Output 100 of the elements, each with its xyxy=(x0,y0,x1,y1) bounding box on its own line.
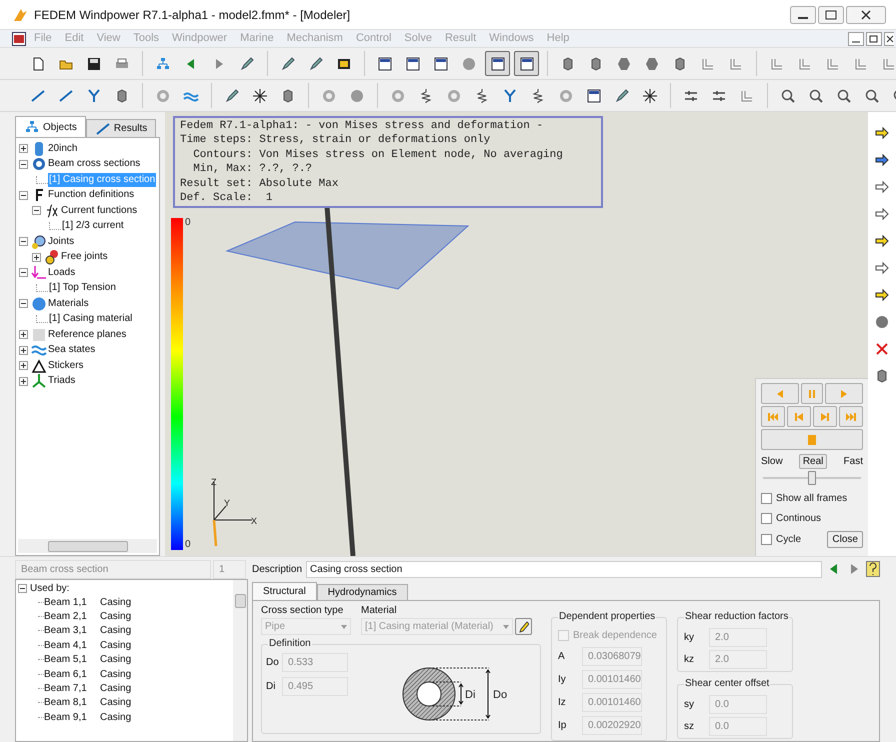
beam-icon[interactable] xyxy=(30,88,46,104)
collapse-icon[interactable] xyxy=(19,299,28,308)
info-line: Fedem R7.1-alpha1: - von Mises stress and deformation - xyxy=(180,119,544,134)
close-icon[interactable] xyxy=(846,6,886,24)
collapse-icon[interactable] xyxy=(32,206,41,216)
tree-item[interactable]: Reference planes xyxy=(47,328,128,342)
tree-item[interactable]: Current functions xyxy=(60,204,138,218)
line-icon[interactable] xyxy=(58,88,74,104)
part-name: Casing xyxy=(100,624,132,638)
tree-item[interactable]: Beam cross sections xyxy=(47,157,142,172)
beam-name[interactable]: Beam 5,1 xyxy=(44,652,100,668)
document-icon[interactable] xyxy=(12,32,26,46)
info-line: Contours: Von Mises stress on Element node, No averaging xyxy=(192,148,564,162)
beam-name[interactable]: Beam 2,1 xyxy=(44,609,100,624)
tree-item[interactable]: Function definitions xyxy=(47,188,136,202)
tree-item[interactable]: [1] 2/3 current xyxy=(61,219,125,234)
tree-item[interactable]: [1] Casing material xyxy=(48,312,134,326)
beam-name[interactable]: Beam 6,1 xyxy=(44,666,100,682)
tree-item[interactable]: Free joints xyxy=(60,250,109,264)
arrow-icon[interactable] xyxy=(874,206,890,222)
tree-item[interactable]: Materials xyxy=(47,296,90,311)
split-view-icon[interactable] xyxy=(518,56,534,72)
slider-thumb[interactable] xyxy=(808,471,816,485)
collapse-icon[interactable] xyxy=(19,190,28,200)
stop-icon[interactable] xyxy=(874,314,890,330)
arrow-icon[interactable] xyxy=(874,287,890,303)
triad-icon[interactable] xyxy=(502,88,518,104)
arrow-icon[interactable] xyxy=(874,260,890,276)
minimize-icon[interactable] xyxy=(790,6,816,24)
help-icon[interactable] xyxy=(866,561,880,577)
description-field[interactable]: Casing cross section xyxy=(306,560,822,578)
pen-icon[interactable] xyxy=(239,56,255,72)
arrow-icon[interactable] xyxy=(874,233,890,249)
beam-name[interactable]: Beam 3,1 xyxy=(44,623,100,638)
tab[interactable]: Structural xyxy=(252,582,317,600)
hierarchy-icon[interactable] xyxy=(155,56,171,72)
expand-icon[interactable] xyxy=(19,346,28,355)
layout-icon[interactable] xyxy=(490,56,506,72)
expand-icon[interactable] xyxy=(19,361,28,370)
collapse-icon[interactable] xyxy=(18,584,27,592)
arrow-icon[interactable] xyxy=(874,179,890,195)
window-icon[interactable] xyxy=(377,56,393,72)
vertical-scrollbar[interactable] xyxy=(233,580,247,741)
tab[interactable]: Hydrodynamics xyxy=(316,584,408,600)
restore-icon[interactable] xyxy=(818,6,844,24)
collapse-icon[interactable] xyxy=(19,268,28,278)
zoom-icon[interactable] xyxy=(836,88,852,104)
beam-name[interactable]: Beam 1,1 xyxy=(44,594,100,610)
arrow-icon[interactable] xyxy=(874,125,890,141)
tree-item[interactable]: Triads xyxy=(47,374,76,388)
expand-icon[interactable] xyxy=(19,330,28,340)
restore-icon[interactable] xyxy=(866,32,882,46)
hexagon-icon[interactable] xyxy=(644,56,660,72)
horizontal-scrollbar[interactable] xyxy=(18,539,157,553)
tree-item[interactable]: 20inch xyxy=(47,142,78,156)
app-logo-icon xyxy=(12,6,28,22)
collapse-icon[interactable] xyxy=(19,237,28,246)
collapse-icon[interactable] xyxy=(19,160,28,169)
view-toggle-button[interactable] xyxy=(514,51,539,76)
zoom-icon[interactable] xyxy=(864,88,880,104)
tree-item[interactable]: Sea states xyxy=(47,343,96,358)
save-icon[interactable] xyxy=(86,56,102,72)
zoom-icon[interactable] xyxy=(780,88,796,104)
spring-icon[interactable] xyxy=(418,88,434,104)
arrow-icon[interactable] xyxy=(874,152,890,168)
close-button[interactable]: Close xyxy=(827,531,863,548)
beam-name[interactable]: Beam 9,1 xyxy=(44,710,100,725)
list-window-icon[interactable] xyxy=(433,56,449,72)
checkbox[interactable] xyxy=(761,513,772,524)
zoom-icon[interactable] xyxy=(808,88,824,104)
minimize-icon[interactable] xyxy=(848,32,864,46)
panel-tab[interactable]: Objects xyxy=(15,116,86,137)
expand-icon[interactable] xyxy=(32,252,41,262)
panel-icon[interactable] xyxy=(405,56,421,72)
3d-viewport[interactable] xyxy=(165,112,868,556)
star-icon[interactable] xyxy=(642,88,658,104)
pencil-icon xyxy=(518,620,529,632)
tree-item[interactable]: Stickers xyxy=(47,358,85,373)
expand-icon[interactable] xyxy=(19,376,28,386)
edit-button[interactable] xyxy=(515,618,532,635)
checkbox[interactable] xyxy=(761,493,772,504)
tree-item[interactable]: Joints xyxy=(47,234,76,249)
real-speed-button[interactable]: Real xyxy=(798,454,828,469)
tree-root[interactable]: Used by: xyxy=(30,580,70,596)
beam-name[interactable]: Beam 7,1 xyxy=(44,681,100,696)
field-label: A xyxy=(558,650,566,664)
checkbox[interactable] xyxy=(761,534,772,545)
expand-icon[interactable] xyxy=(19,144,28,154)
close-icon[interactable] xyxy=(884,32,894,46)
cross-icon[interactable] xyxy=(252,88,268,104)
beam-name[interactable]: Beam 8,1 xyxy=(44,695,100,710)
pencil-icon[interactable] xyxy=(614,88,630,104)
tree-item[interactable]: Loads xyxy=(47,266,76,280)
speed-slider[interactable] xyxy=(763,471,861,485)
view-toggle-button[interactable] xyxy=(485,51,510,76)
beam-name[interactable]: Beam 4,1 xyxy=(44,638,100,653)
fork-icon[interactable] xyxy=(86,88,102,104)
panel-tab[interactable]: Results xyxy=(86,119,156,137)
tree-item[interactable]: [1] Top Tension xyxy=(48,281,117,296)
hierarchy-icon[interactable] xyxy=(24,119,40,135)
